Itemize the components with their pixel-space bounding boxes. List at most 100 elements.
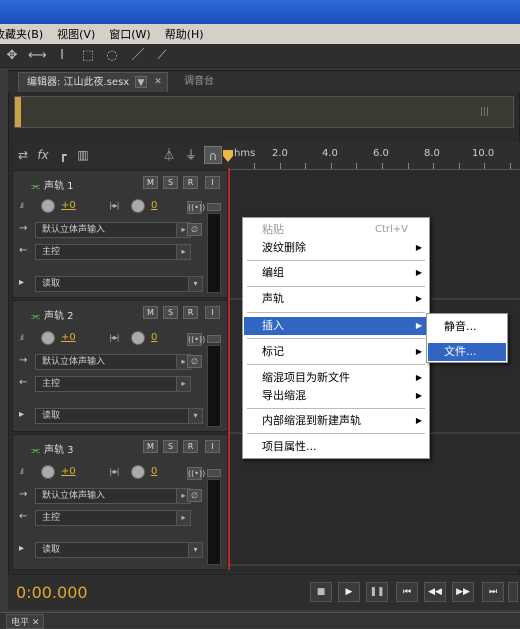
submenu-arrow-icon: ▶ [415,347,422,356]
playhead-line[interactable] [228,168,230,570]
menu-item-insert[interactable]: 插入 ▶ [244,317,428,335]
automation-mode-select[interactable]: 读取 ▾ [35,408,203,424]
automation-mode-select[interactable]: 读取 ▾ [35,276,203,292]
pan-value[interactable]: 0 [151,200,157,211]
menu-view[interactable]: 视图(V) [57,26,95,42]
submenu-item-silence[interactable]: 静音... [428,318,506,336]
sends-icon[interactable]: ┏ [54,146,72,164]
menu-item-mixdown-new-file[interactable]: 缩混项目为新文件 ▶ [244,369,428,387]
menu-item-label: 项目属性... [262,440,317,453]
record-disable-icon[interactable]: ∅ [187,489,202,502]
fast-forward-icon[interactable]: ▶▶ [452,582,474,602]
menu-item-group[interactable]: 编组 ▶ [244,264,428,282]
healing-tool-icon[interactable]: ⟋ [154,48,170,64]
record-disable-icon[interactable]: ∅ [187,355,202,368]
volume-value[interactable]: +0 [61,466,76,477]
volume-value[interactable]: +0 [61,200,76,211]
pan-knob[interactable] [131,199,145,213]
menu-window[interactable]: 窗口(W) [109,26,150,42]
record-arm-button[interactable]: R [183,306,198,319]
volume-knob[interactable] [41,331,55,345]
stereo-toggle-icon[interactable]: ((•)) [187,467,205,480]
pan-knob[interactable] [131,465,145,479]
move-tool-icon[interactable]: ✥ [4,48,20,64]
monitor-input-button[interactable]: I [205,306,220,319]
mute-button[interactable]: M [143,306,158,319]
pan-value[interactable]: 0 [151,332,157,343]
tab-close-icon[interactable]: ✕ [152,76,164,88]
slip-tool-icon[interactable]: ⟷ [28,48,47,64]
rewind-icon[interactable]: ◀◀ [424,582,446,602]
effects-icon[interactable]: fx [34,146,52,164]
output-select[interactable]: 主控 ▸ [35,510,191,526]
volume-knob[interactable] [41,465,55,479]
brush-tool-icon[interactable]: ／ [130,48,146,64]
solo-button[interactable]: S [163,306,178,319]
track-name[interactable]: ⫘ 声轨 1 [31,177,74,192]
solo-button[interactable]: S [163,176,178,189]
menu-item-bounce-new-track[interactable]: 内部缩混到新建声轨 ▶ [244,412,428,430]
monitor-input-button[interactable]: I [205,176,220,189]
record-disable-icon[interactable]: ∅ [187,223,202,236]
pause-icon[interactable]: ❚❚ [366,582,388,602]
menu-item-paste[interactable]: 粘贴 Ctrl+V [244,221,428,239]
tab-levels[interactable]: 电平 ✕ [6,614,45,629]
snap-icon[interactable]: ∩ [204,146,222,164]
time-selection-tool-icon[interactable]: I [54,48,70,64]
pan-value[interactable]: 0 [151,466,157,477]
ruler-tick [331,163,332,169]
tab-editor[interactable]: 编辑器: 江山此夜.sesx ▼ ✕ [18,72,168,92]
record-arm-button[interactable]: R [183,176,198,189]
overview-grip-icon[interactable]: ||| [480,107,489,117]
timecode-display[interactable]: 0:00.000 [16,583,88,602]
expand-automation-icon[interactable]: ▸ [19,277,24,288]
track-name[interactable]: ⫘ 声轨 3 [31,441,74,456]
stereo-toggle-icon[interactable]: ((•)) [187,201,205,214]
menu-item-ripple-delete[interactable]: 波纹删除 ▶ [244,239,428,257]
play-icon[interactable]: ▶ [338,582,360,602]
metronome-icon[interactable]: ⏃ [160,146,178,164]
input-select[interactable]: 默认立体声输入 ▸ [35,222,191,238]
menu-item-session-properties[interactable]: 项目属性... [244,438,428,456]
lasso-tool-icon[interactable]: ◌ [104,48,120,64]
monitor-input-button[interactable]: I [205,440,220,453]
go-to-end-icon[interactable]: ⏭ [482,582,504,602]
marquee-tool-icon[interactable]: ⬚ [80,48,96,64]
submenu-item-file[interactable]: 文件... [428,343,506,361]
menu-favorites[interactable]: 收藏夹(B) [0,26,43,42]
eq-icon[interactable]: ▥ [74,146,92,164]
inputs-outputs-icon[interactable]: ⇄ [14,146,32,164]
volume-value[interactable]: +0 [61,332,76,343]
tab-dropdown-icon[interactable]: ▼ [135,76,147,88]
overview-handle[interactable] [15,97,21,127]
record-icon[interactable] [508,582,518,602]
track-name[interactable]: ⫘ 声轨 2 [31,307,74,322]
input-select[interactable]: 默认立体声输入 ▸ [35,354,191,370]
pan-knob[interactable] [131,331,145,345]
menu-item-export-mixdown[interactable]: 导出缩混 ▶ [244,387,428,405]
menu-item-track[interactable]: 声轨 ▶ [244,290,428,308]
global-clip-stretch-icon[interactable]: ⏚ [182,146,200,164]
stereo-toggle-icon[interactable]: ((•)) [187,333,205,346]
solo-button[interactable]: S [163,440,178,453]
output-select[interactable]: 主控 ▸ [35,376,191,392]
menu-separator [247,433,425,434]
menu-help[interactable]: 帮助(H) [165,26,204,42]
expand-automation-icon[interactable]: ▸ [19,543,24,554]
input-select-value: 默认立体声输入 [42,225,106,235]
menu-item-label: 声轨 [262,292,284,305]
time-ruler[interactable]: hms 2.0 4.0 6.0 8.0 10.0 [223,142,520,170]
automation-mode-select[interactable]: 读取 ▾ [35,542,203,558]
menu-item-marker[interactable]: 标记 ▶ [244,343,428,361]
expand-automation-icon[interactable]: ▸ [19,409,24,420]
mute-button[interactable]: M [143,176,158,189]
stop-icon[interactable]: ■ [310,582,332,602]
record-arm-button[interactable]: R [183,440,198,453]
input-select[interactable]: 默认立体声输入 ▸ [35,488,191,504]
overview-bar[interactable]: ||| [14,96,514,128]
mute-button[interactable]: M [143,440,158,453]
go-to-start-icon[interactable]: ⏮ [396,582,418,602]
volume-knob[interactable] [41,199,55,213]
output-select[interactable]: 主控 ▸ [35,244,191,260]
tab-mixer[interactable]: 调音台 [176,72,236,92]
